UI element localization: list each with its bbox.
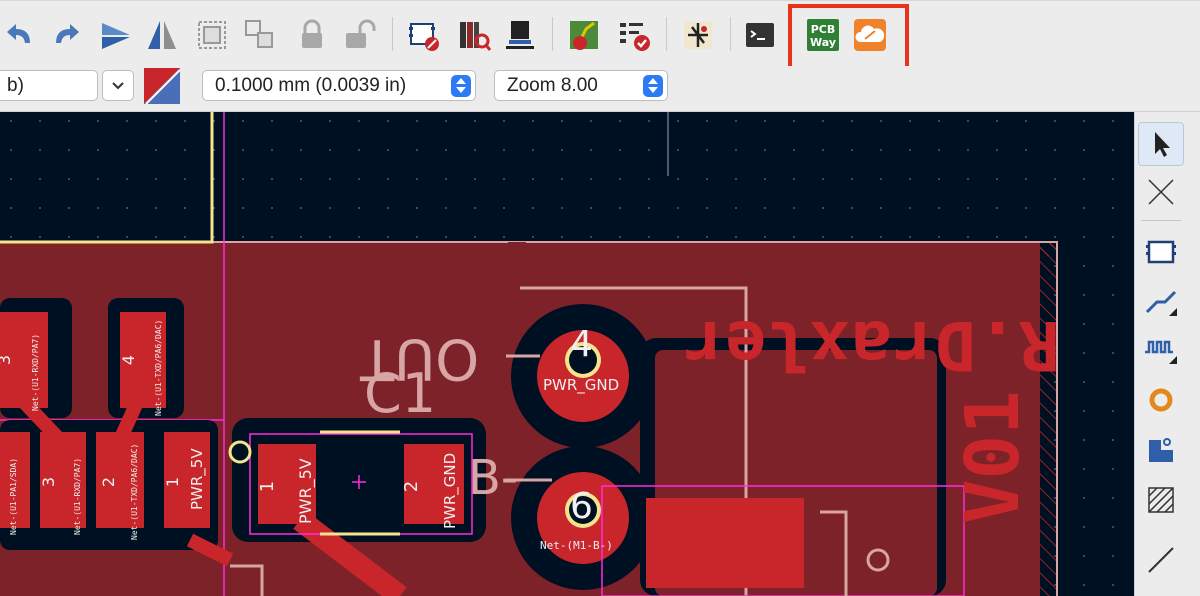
zoom-select-value: Zoom 8.00: [507, 74, 598, 96]
main-toolbar: PCB Way: [0, 0, 1200, 71]
route-track-icon[interactable]: [1138, 278, 1184, 322]
drc-icon[interactable]: [614, 15, 654, 55]
conn-top-pad4-net: Net-(U1-TXD/PA6/DAC): [154, 319, 163, 416]
pad6-net: Net-(M1-B-): [540, 539, 613, 552]
highlight-box: [788, 4, 909, 71]
ungroup-icon[interactable]: [240, 15, 280, 55]
conn-bottom-pad1-net: PWR_5V: [188, 448, 206, 510]
group-icon[interactable]: [192, 15, 232, 55]
grid-select-value: 0.1000 mm (0.0039 in): [215, 74, 407, 96]
route-icon[interactable]: [564, 15, 604, 55]
redo-icon[interactable]: [46, 15, 86, 55]
chevron-down-icon: [112, 81, 124, 89]
toolbar-separator: [1141, 220, 1181, 221]
undo-icon[interactable]: [0, 15, 40, 55]
grid-select[interactable]: 0.1000 mm (0.0039 in): [202, 70, 476, 101]
conn-top-pad3-num: 3: [0, 355, 15, 365]
layer-pair-icon[interactable]: [144, 68, 180, 104]
scripting-console-icon[interactable]: [740, 15, 780, 55]
add-footprint-icon[interactable]: [1138, 230, 1184, 274]
zoom-stepper-icon[interactable]: [643, 75, 663, 97]
conn-bottom-pad2-net: Net-(U1-TXD/PA6/DAC): [130, 443, 139, 540]
schematic-icon[interactable]: [678, 15, 718, 55]
conn-top-pad3-net: Net-(U1-RXD/PA7): [31, 333, 40, 411]
mirror-icon[interactable]: [142, 15, 182, 55]
toolbar-separator: [666, 17, 667, 51]
draw-line-icon[interactable]: [1138, 538, 1184, 582]
footprint-editor-icon[interactable]: [404, 15, 444, 55]
add-via-icon[interactable]: [1138, 378, 1184, 422]
conn-bottom-pad3-num: 3: [39, 476, 59, 488]
select-tool-icon[interactable]: [1138, 122, 1184, 166]
pcb-canvas[interactable]: R.Draxler V01 OUT C1 B- 4 PWR_GND 6 Net-…: [0, 112, 1134, 596]
conn-bottom-pad2-num: 2: [99, 476, 119, 488]
zoom-select[interactable]: Zoom 8.00: [494, 70, 668, 101]
silk-version: V01: [950, 390, 1036, 524]
layer-select-value: b): [7, 74, 24, 96]
label-c1: C1: [364, 362, 437, 425]
add-zone-icon[interactable]: [1138, 428, 1184, 472]
footprint-browser-icon[interactable]: [454, 15, 494, 55]
pcb-editor-window: PCB Way b) 0.1000 mm (0.0039 in) Zoom 8.0…: [0, 0, 1200, 596]
grid-stepper-icon[interactable]: [451, 75, 471, 97]
local-ratsnest-icon[interactable]: [1138, 170, 1184, 214]
label-b: B-: [468, 450, 519, 506]
toolbar-separator: [730, 17, 731, 51]
conn-bottom-pad1-num: 1: [163, 476, 183, 488]
add-keepout-icon[interactable]: [1138, 478, 1184, 522]
conn-bottom-pad3-net: Net-(U1-RXD/PA7): [73, 457, 82, 535]
lock-icon[interactable]: [292, 15, 332, 55]
toolbar-separator: [552, 17, 553, 51]
tune-length-icon[interactable]: [1138, 326, 1184, 370]
secondary-toolbar: b) 0.1000 mm (0.0039 in) Zoom 8.00: [0, 66, 1200, 112]
c1-pad1-num: 1: [257, 480, 279, 493]
layer-select[interactable]: b): [0, 70, 98, 101]
flip-icon[interactable]: [96, 15, 136, 55]
pad4-net: PWR_GND: [543, 376, 620, 394]
update-pcb-icon[interactable]: [500, 15, 540, 55]
conn-left-net: Net-(U1-PA1/SDA): [9, 457, 18, 535]
right-toolbar: [1134, 112, 1200, 596]
unlock-icon[interactable]: [338, 15, 378, 55]
conn-top-pad4-num: 4: [119, 354, 139, 366]
toolbar-separator: [392, 17, 393, 51]
layer-dropdown-button[interactable]: [102, 70, 134, 101]
c1-pad1-net: PWR_5V: [296, 458, 315, 524]
pad4-number: 4: [570, 324, 593, 365]
c1-pad2-net: PWR_GND: [441, 452, 459, 529]
c1-pad2-num: 2: [401, 480, 423, 493]
pad6-number: 6: [570, 486, 593, 527]
